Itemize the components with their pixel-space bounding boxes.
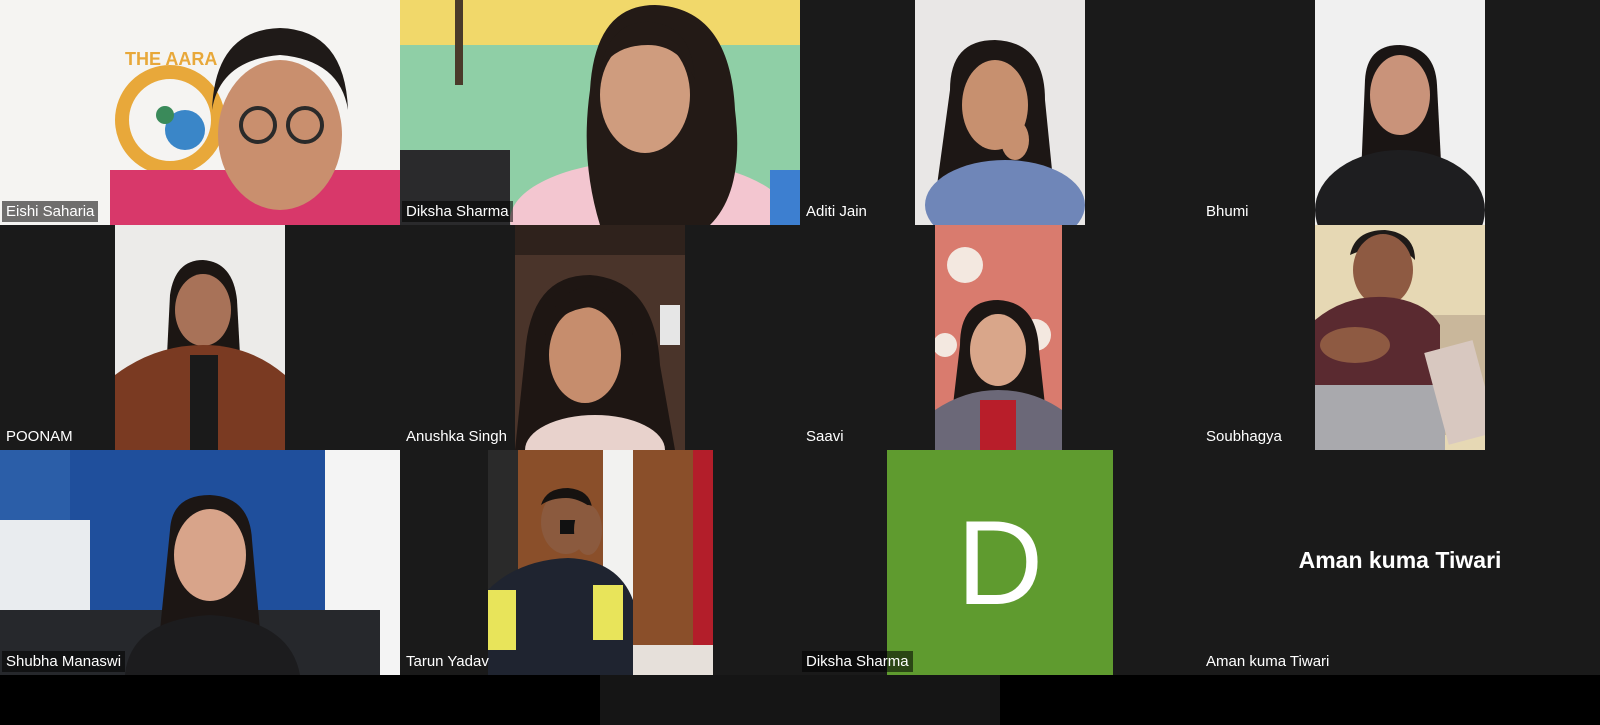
participant-name: Soubhagya [1206,428,1282,445]
logo-text: THE AARA [125,49,217,69]
participant-tile-saavi[interactable]: Saavi [800,225,1200,450]
participant-name: Diksha Sharma [802,651,913,672]
video-frame-diksha [400,0,800,225]
participant-name: Aman kuma Tiwari [1206,653,1330,670]
participant-tile-bhumi[interactable]: Bhumi [1200,0,1600,225]
participant-tile-diksha-sharma[interactable]: Diksha Sharma [400,0,800,225]
participant-name: Aditi Jain [806,203,867,220]
participant-tile-shubha-manaswi[interactable]: Shubha Manaswi [0,450,400,675]
participant-tile-anushka-singh[interactable]: Anushka Singh [400,225,800,450]
participant-tile-poonam[interactable]: POONAM [0,225,400,450]
participant-name: Shubha Manaswi [2,651,126,672]
participant-video [1315,0,1485,225]
participant-tile-aman-kuma-tiwari[interactable]: Aman kuma Tiwari Aman kuma Tiwari [1200,450,1600,675]
participant-name: Saavi [806,428,844,445]
video-frame-saavi [935,225,1062,450]
participant-video [0,450,400,675]
participant-video [115,225,285,450]
video-frame-poonam [115,225,285,450]
participant-tile-aditi-jain[interactable]: Aditi Jain [800,0,1200,225]
participant-video [915,0,1085,225]
participant-tile-soubhagya[interactable]: Soubhagya [1200,225,1600,450]
video-frame-bhumi [1315,0,1485,225]
participant-display-name: Aman kuma Tiwari [1298,547,1502,573]
participant-name: POONAM [6,428,73,445]
avatar-initial: D [956,495,1044,630]
video-frame-anushka [515,225,685,450]
participant-video [488,450,713,675]
bottom-bar-segment [600,675,1000,725]
participant-name: Anushka Singh [406,428,507,445]
video-frame-tarun [488,450,713,675]
video-frame-eishi: THE AARA [0,0,400,225]
participant-tile-diksha-sharma-avatar[interactable]: D Diksha Sharma [800,450,1200,675]
video-frame-shubha [0,450,400,675]
participant-video: THE AARA [0,0,400,225]
participant-video [515,225,685,450]
participant-name: Diksha Sharma [402,201,513,222]
video-frame-soubhagya [1315,225,1485,450]
participant-name: Tarun Yadav [406,653,489,670]
bottom-bar [0,675,1600,725]
video-grid: THE AARA Eishi Saharia Diksha Sharma Adi… [0,0,1600,675]
participant-video [935,225,1062,450]
participant-tile-tarun-yadav[interactable]: Tarun Yadav [400,450,800,675]
participant-video [1315,225,1485,450]
participant-video [400,0,800,225]
participant-tile-eishi-saharia[interactable]: THE AARA Eishi Saharia [0,0,400,225]
participant-name: Bhumi [1206,203,1249,220]
participant-name: Eishi Saharia [2,201,99,222]
participant-avatar: D [887,450,1113,675]
video-frame-aditi [915,0,1085,225]
